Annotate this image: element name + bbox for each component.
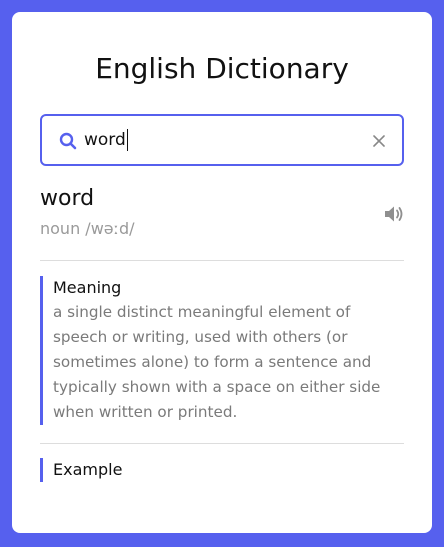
search-input-value: word [84, 130, 126, 150]
speaker-icon[interactable] [384, 205, 404, 223]
result-phonetic: noun /wəːd/ [40, 219, 135, 238]
meaning-text: a single distinct meaningful element of … [53, 303, 381, 421]
search-icon [59, 132, 77, 150]
close-icon[interactable] [372, 133, 386, 147]
example-section: Example [40, 458, 404, 482]
meaning-section: Meaning a single distinct meaningful ele… [40, 276, 404, 425]
search-box[interactable]: word [40, 114, 404, 166]
example-title: Example [53, 460, 123, 479]
dictionary-card: English Dictionary word word noun /wəːd/… [12, 12, 432, 533]
app-title: English Dictionary [95, 52, 349, 85]
text-caret [126, 129, 128, 151]
meaning-title: Meaning [53, 278, 122, 297]
divider [40, 260, 404, 261]
result-word: word [40, 186, 95, 211]
divider [40, 443, 404, 444]
search-input[interactable]: word [84, 129, 128, 151]
